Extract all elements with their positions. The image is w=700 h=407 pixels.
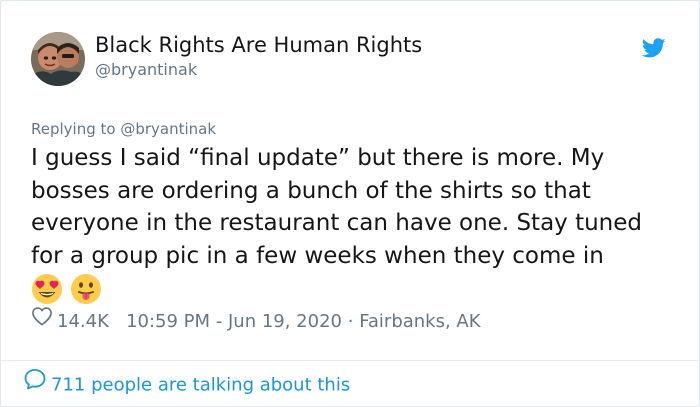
emoji-row xyxy=(31,273,104,305)
tweet-header: Black Rights Are Human Rights @bryantina… xyxy=(31,28,669,90)
profile-photo-icon xyxy=(31,32,85,86)
tweet-text-line: I guess I said “final update” but there … xyxy=(31,145,605,171)
display-name[interactable]: Black Rights Are Human Rights xyxy=(95,31,422,59)
avatar[interactable] xyxy=(31,32,85,86)
tweet-card: Black Rights Are Human Rights @bryantina… xyxy=(0,0,700,407)
like-count[interactable]: 14.4K xyxy=(57,311,109,332)
comment-bubble-icon xyxy=(24,369,46,390)
heart-outline-icon xyxy=(32,306,52,326)
tweet-location[interactable]: Fairbanks, AK xyxy=(359,311,480,332)
tongue-out-emoji-icon xyxy=(71,274,102,304)
tweet-text-line: for a group pic in a few weeks when they… xyxy=(31,242,604,269)
twitter-bird-icon[interactable] xyxy=(642,36,666,60)
author-handle[interactable]: @bryantinak xyxy=(95,59,422,81)
meta-separator: · xyxy=(347,311,354,332)
reply-prefix: Replying to xyxy=(31,120,116,138)
reply-target-link[interactable]: @bryantinak xyxy=(120,120,216,138)
tweet-text-line: bosses are ordering a bunch of the shirt… xyxy=(31,177,591,204)
reply-context: Replying to @bryantinak xyxy=(31,119,216,139)
tweet-text-line: everyone in the restaurant can have one.… xyxy=(31,210,643,236)
heart-eyes-emoji-icon xyxy=(32,274,62,304)
tweet-meta: 14.4K 10:59 PM - Jun 19, 2020 · Fairbank… xyxy=(31,306,481,336)
conversation-link[interactable]: 711 people are talking about this xyxy=(23,369,350,399)
conversation-label[interactable]: 711 people are talking about this xyxy=(51,375,350,396)
tweet-timestamp[interactable]: 10:59 PM - Jun 19, 2020 xyxy=(126,311,342,332)
speech-bubble-icon xyxy=(23,367,47,400)
author-names: Black Rights Are Human Rights @bryantina… xyxy=(95,31,422,81)
divider xyxy=(1,360,699,361)
like-heart-icon[interactable] xyxy=(31,306,53,335)
tweet-text: I guess I said “final update” but there … xyxy=(31,142,691,272)
